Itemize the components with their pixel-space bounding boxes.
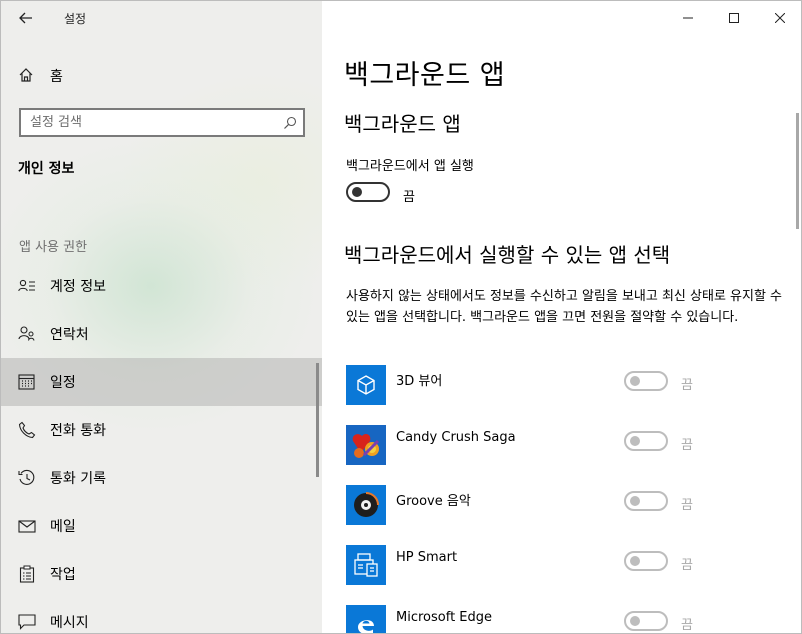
edge-icon	[346, 605, 386, 633]
maximize-icon	[729, 13, 739, 23]
sidebar-item-label: 메시지	[50, 615, 89, 631]
app-toggle-state: 끔	[681, 378, 693, 393]
contacts-icon	[18, 326, 35, 341]
app-name: Microsoft Edge	[396, 610, 493, 625]
sidebar-item-mail[interactable]: 메일	[1, 502, 322, 550]
app-title: 설정	[64, 12, 87, 26]
app-row-microsoft-edge: Microsoft Edge 끔	[346, 605, 786, 633]
page-title: 백그라운드 앱	[344, 60, 506, 91]
app-toggle-state: 끔	[681, 618, 693, 633]
app-name: 3D 뷰어	[396, 374, 443, 389]
window-controls	[665, 1, 801, 35]
section-title-choose-apps: 백그라운드에서 실행할 수 있는 앱 선택	[344, 243, 671, 267]
sidebar-item-tasks[interactable]: 작업	[1, 550, 322, 598]
app-name: HP Smart	[396, 550, 458, 565]
sidebar-item-phone-calls[interactable]: 전화 통화	[1, 406, 322, 454]
minimize-icon	[683, 17, 693, 19]
app-toggle-state: 끔	[681, 438, 693, 453]
sidebar-item-contacts[interactable]: 연락처	[1, 310, 322, 358]
sidebar: 설정 홈 개인 정보 앱 사용 권한 계정 정보 연락처 일정 전화 통화	[1, 1, 322, 633]
phone-icon	[18, 421, 36, 439]
search-icon[interactable]	[283, 116, 297, 130]
tasks-icon	[19, 565, 35, 583]
app-row-3d-viewer: 3D 뷰어 끔	[346, 365, 786, 409]
settings-window: 설정 홈 개인 정보 앱 사용 권한 계정 정보 연락처 일정 전화 통화	[0, 0, 802, 634]
call-history-icon	[18, 469, 35, 485]
back-button[interactable]	[11, 5, 41, 31]
run-in-background-label: 백그라운드에서 앱 실행	[346, 159, 474, 174]
toggle-knob	[630, 436, 640, 446]
sidebar-item-label: 연락처	[50, 327, 89, 343]
app-toggle[interactable]	[624, 491, 668, 511]
app-name: Candy Crush Saga	[396, 430, 516, 445]
hp-smart-icon	[346, 545, 386, 585]
sidebar-item-call-history[interactable]: 통화 기록	[1, 454, 322, 502]
sidebar-item-calendar[interactable]: 일정	[1, 358, 322, 406]
sidebar-scrollbar[interactable]	[316, 363, 319, 477]
sidebar-item-label: 작업	[50, 567, 76, 583]
calendar-icon	[18, 374, 35, 390]
app-toggle-state: 끔	[681, 498, 693, 513]
app-row-candy-crush: Candy Crush Saga 끔	[346, 425, 786, 469]
content-pane: 백그라운드 앱 백그라운드 앱 백그라운드에서 앱 실행 끔 백그라운드에서 실…	[322, 1, 801, 633]
app-toggle[interactable]	[624, 371, 668, 391]
title-bar: 설정	[1, 1, 322, 35]
mail-icon	[18, 520, 36, 533]
sidebar-item-label: 전화 통화	[50, 423, 106, 439]
search-input[interactable]	[21, 110, 271, 135]
home-label: 홈	[50, 69, 63, 85]
groove-music-icon	[346, 485, 386, 525]
app-row-hp-smart: HP Smart 끔	[346, 545, 786, 589]
sidebar-item-label: 통화 기록	[50, 471, 106, 487]
sidebar-item-label: 메일	[50, 519, 76, 535]
run-in-background-state: 끔	[403, 190, 415, 205]
toggle-knob	[352, 187, 362, 197]
content-scrollbar[interactable]	[796, 113, 799, 229]
toggle-knob	[630, 376, 640, 386]
message-icon	[18, 614, 36, 630]
description-text: 사용하지 않는 상태에서도 정보를 수신하고 알림을 보내고 최신 상태로 유지…	[346, 289, 783, 325]
group-title-app-permissions: 앱 사용 권한	[19, 240, 88, 255]
sidebar-item-label: 일정	[50, 375, 76, 391]
sidebar-item-messaging[interactable]: 메시지	[1, 598, 322, 633]
app-name: Groove 음악	[396, 494, 471, 509]
section-title-privacy: 개인 정보	[18, 161, 75, 177]
run-in-background-toggle[interactable]	[346, 182, 390, 202]
app-row-groove-music: Groove 음악 끔	[346, 485, 786, 529]
back-arrow-icon	[19, 12, 32, 24]
minimize-button[interactable]	[665, 1, 711, 35]
settings-search-box[interactable]	[19, 108, 305, 137]
maximize-button[interactable]	[711, 1, 757, 35]
account-info-icon	[18, 279, 35, 292]
section-title-background-apps: 백그라운드 앱	[344, 112, 461, 136]
toggle-knob	[630, 496, 640, 506]
close-icon	[775, 13, 785, 23]
candy-crush-icon	[346, 425, 386, 465]
sidebar-item-account-info[interactable]: 계정 정보	[1, 262, 322, 310]
app-toggle[interactable]	[624, 551, 668, 571]
toggle-knob	[630, 556, 640, 566]
close-button[interactable]	[757, 1, 801, 35]
sidebar-item-label: 계정 정보	[50, 279, 106, 295]
app-toggle[interactable]	[624, 611, 668, 631]
app-toggle-state: 끔	[681, 558, 693, 573]
app-toggle[interactable]	[624, 431, 668, 451]
home-icon	[19, 68, 33, 82]
3d-viewer-icon	[346, 365, 386, 405]
toggle-knob	[630, 616, 640, 626]
home-link[interactable]: 홈	[1, 59, 322, 91]
